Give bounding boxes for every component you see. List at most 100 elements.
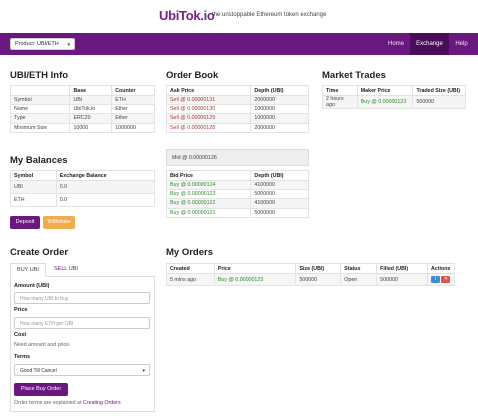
- table-cell: 0.0: [55, 193, 156, 207]
- tab-sell[interactable]: SELL UBI: [48, 263, 84, 277]
- ask-depth: 1000000: [250, 113, 309, 124]
- info-title: UBI/ETH Info: [10, 70, 69, 81]
- table-cell: UBI: [69, 94, 113, 106]
- table-cell: Name: [9, 104, 71, 115]
- creating-orders-link[interactable]: Creating Orders: [83, 400, 121, 406]
- price-input[interactable]: How many ETH per UBI: [14, 317, 150, 329]
- order-size: 500000: [295, 273, 342, 286]
- order-price: Buy @ 0.00000123: [213, 273, 297, 286]
- info-icon[interactable]: i: [430, 276, 440, 283]
- bid-depth: 5000000: [250, 189, 309, 200]
- column-header: Traded Size (UBI): [412, 85, 466, 96]
- table-header-row: Symbol Exchange Balance: [10, 170, 156, 181]
- order-tabs: BUY UBI SELL UBI: [10, 263, 155, 277]
- column-header: Filled (UBI): [376, 263, 428, 274]
- table-cell: UbiTok.io: [69, 104, 113, 115]
- market-trades-title: Market Trades: [322, 70, 386, 81]
- column-header: Depth (UBI): [250, 170, 309, 181]
- trade-size: 500000: [412, 95, 466, 109]
- bids-table: Bid Price Depth (UBI) Buy @ 0.00000124 4…: [165, 170, 309, 218]
- column-header: Bid Price: [165, 170, 252, 181]
- cost-note: Need amount and price.: [14, 342, 71, 348]
- info-table: Base Counter Symbol UBI ETH Name UbiTok.…: [9, 85, 155, 133]
- asks-table: Ask Price Depth (UBI) Sell @ 0.00000131 …: [165, 85, 309, 133]
- ask-row[interactable]: Sell @ 0.00000128 2000000: [165, 122, 309, 133]
- column-header: [9, 85, 71, 96]
- market-trades-table: Time Maker Price Traded Size (UBI) 2 hou…: [322, 85, 466, 109]
- table-row: Minimum Size 10000 1000000: [9, 122, 155, 133]
- place-order-button[interactable]: Place Buy Order: [14, 383, 68, 396]
- table-cell: Ether: [111, 113, 155, 124]
- bid-depth: 4100000: [250, 198, 309, 209]
- table-cell: ETH: [111, 94, 155, 106]
- table-cell: ERC20: [69, 113, 113, 124]
- column-header: Actions: [426, 263, 456, 274]
- bid-row[interactable]: Buy @ 0.00000121 5000000: [165, 207, 309, 218]
- balances-title: My Balances: [10, 155, 68, 166]
- bid-price: Buy @ 0.00000123: [165, 189, 252, 200]
- bid-row[interactable]: Buy @ 0.00000122 4100000: [165, 198, 309, 209]
- logo[interactable]: UbiTok.io: [159, 8, 215, 23]
- table-row: ETH 0.0: [10, 193, 156, 207]
- column-header: Depth (UBI): [250, 85, 309, 96]
- order-book-title: Order Book: [166, 70, 219, 81]
- ask-depth: 2000000: [250, 122, 309, 133]
- trade-time: 2 hours ago: [322, 95, 358, 109]
- table-cell: 0.0: [55, 180, 156, 194]
- table-row: Symbol UBI ETH: [9, 94, 155, 106]
- header: UbiTok.io the unstoppable Ethereum token…: [0, 0, 478, 32]
- bid-row[interactable]: Buy @ 0.00000124 4100000: [165, 179, 309, 191]
- nav-home[interactable]: Home: [382, 33, 410, 55]
- tagline: the unstoppable Ethereum token exchange: [212, 12, 327, 18]
- table-row: Name UbiTok.io Ether: [9, 104, 155, 115]
- bid-row[interactable]: Buy @ 0.00000123 5000000: [165, 189, 309, 200]
- table-cell: Minimum Size: [9, 122, 71, 133]
- create-order-title: Create Order: [10, 247, 69, 258]
- product-selector-label: Product: UBI/ETH: [15, 41, 59, 47]
- trade-price: Buy @ 0.00000123: [356, 95, 414, 109]
- order-created: 5 mins ago: [166, 273, 215, 286]
- bid-depth: 5000000: [250, 207, 309, 218]
- ask-row[interactable]: Sell @ 0.00000129 1000000: [165, 113, 309, 124]
- caret-down-icon: ▾: [67, 42, 70, 48]
- ask-row[interactable]: Sell @ 0.00000131 2000000: [165, 94, 309, 106]
- table-header-row: Created Price Size (UBI) Status Filled (…: [166, 263, 456, 274]
- ask-price: Sell @ 0.00000128: [165, 122, 252, 133]
- ask-price: Sell @ 0.00000130: [165, 104, 252, 115]
- price-label: Price: [14, 307, 28, 313]
- column-header: Size (UBI): [295, 263, 342, 274]
- order-filled: 500000: [376, 273, 428, 286]
- table-row: Type ERC20 Ether: [9, 113, 155, 124]
- ask-row[interactable]: Sell @ 0.00000130 1000000: [165, 104, 309, 115]
- navbar: Product: UBI/ETH ▾ Home Exchange Help: [0, 33, 478, 55]
- column-header: Price: [213, 263, 297, 274]
- withdraw-button[interactable]: Withdraw: [43, 216, 75, 229]
- bid-price: Buy @ 0.00000124: [165, 179, 252, 191]
- deposit-button[interactable]: Deposit: [10, 216, 40, 229]
- terms-select-value: Good Till Cancel: [20, 368, 57, 374]
- nav-help[interactable]: Help: [449, 33, 474, 55]
- column-header: Ask Price: [165, 85, 252, 96]
- column-header: Base: [69, 85, 113, 96]
- amount-input[interactable]: How many UBI to buy: [14, 292, 150, 304]
- table-header-row: Ask Price Depth (UBI): [165, 85, 309, 96]
- ask-price: Sell @ 0.00000129: [165, 113, 252, 124]
- logo-text: UbiTok: [159, 8, 201, 23]
- table-cell: Type: [9, 113, 71, 124]
- table-cell: UBI: [10, 180, 57, 194]
- cancel-icon[interactable]: ✕: [441, 276, 451, 283]
- terms-label: Terms: [14, 354, 31, 360]
- order-status: Open: [340, 273, 378, 286]
- table-cell: Symbol: [9, 94, 71, 106]
- ask-depth: 1000000: [250, 104, 309, 115]
- table-row: 5 mins ago Buy @ 0.00000123 500000 Open …: [166, 273, 456, 286]
- column-header: Maker Price: [356, 85, 414, 96]
- ask-depth: 2000000: [250, 94, 309, 106]
- column-header: Time: [322, 85, 358, 96]
- nav-exchange[interactable]: Exchange: [410, 33, 449, 55]
- table-row: 2 hours ago Buy @ 0.00000123 500000: [322, 95, 466, 109]
- column-header: Counter: [111, 85, 155, 96]
- tab-buy[interactable]: BUY UBI: [10, 263, 46, 277]
- product-selector[interactable]: Product: UBI/ETH ▾: [10, 38, 75, 50]
- terms-select[interactable]: Good Till Cancel ▾: [14, 364, 150, 376]
